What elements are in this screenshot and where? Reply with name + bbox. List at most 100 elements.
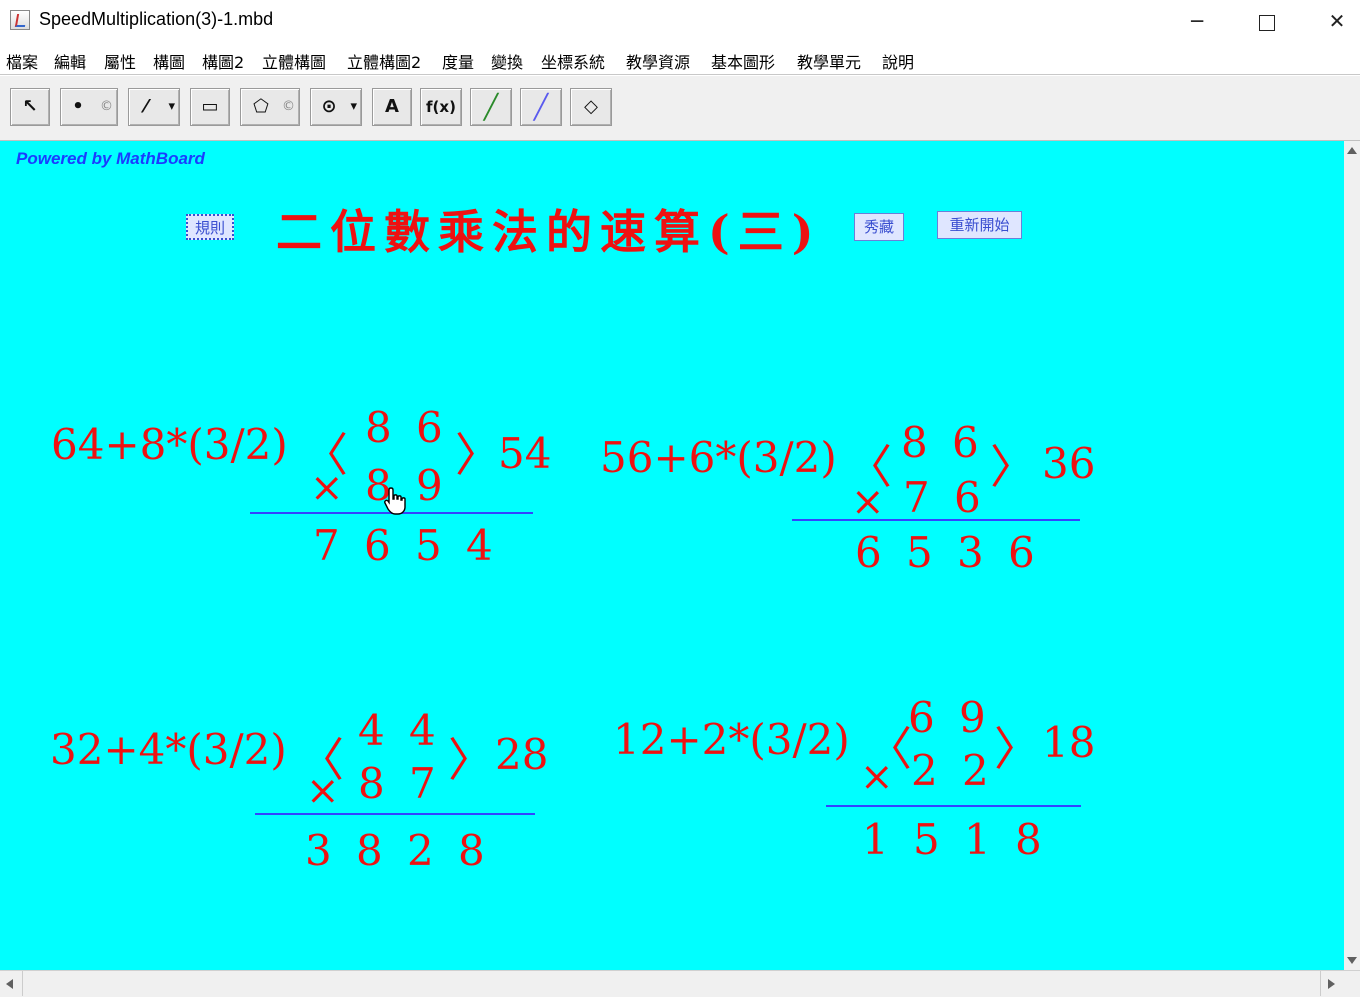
point-icon: • xyxy=(72,96,84,117)
page-title: 二位數乘法的速算(三) xyxy=(276,205,822,259)
problem-4-answer-digit-3: 1 xyxy=(964,815,991,864)
highlighter-icon: ╱ xyxy=(533,93,549,121)
pen-tool-button[interactable]: ╱ xyxy=(470,88,512,126)
scroll-right-icon xyxy=(1328,979,1335,989)
maximize-icon xyxy=(1259,14,1275,31)
problem-3-formula: 32+4*(3/2) xyxy=(50,725,287,774)
menu-3d-construct[interactable]: 立體構圖 xyxy=(262,49,326,73)
polygon-icon: ⬠ xyxy=(253,96,269,117)
problem-2-bottom-digit-2: 6 xyxy=(954,473,981,522)
problem-1-top-digit-2: 6 xyxy=(416,403,443,452)
problem-1-formula: 64+8*(3/2) xyxy=(51,420,288,469)
problem-4-top-digit-2: 9 xyxy=(959,693,986,742)
menu-edit[interactable]: 編輯 xyxy=(54,49,86,73)
scroll-down-icon[interactable] xyxy=(1347,957,1357,964)
restart-button[interactable]: 重新開始 xyxy=(937,211,1022,239)
problem-4-formula: 12+2*(3/2) xyxy=(613,715,850,764)
problem-4-answer-digit-1: 1 xyxy=(862,815,889,864)
function-tool-button[interactable]: f(x) xyxy=(420,88,462,126)
text-tool-button[interactable]: A xyxy=(372,88,412,126)
function-icon: f(x) xyxy=(426,98,456,116)
problem-1-side-value: 54 xyxy=(498,429,552,478)
rules-button[interactable]: 規則 xyxy=(186,214,234,240)
vertical-scrollbar[interactable] xyxy=(1344,141,1360,970)
problem-3-answer-digit-3: 2 xyxy=(407,826,434,875)
minimize-button[interactable]: ─ xyxy=(1162,0,1232,42)
problem-3-side-value: 28 xyxy=(495,730,549,779)
problem-2-answer-digit-4: 6 xyxy=(1008,528,1035,577)
problem-2-close-bracket: 〉 xyxy=(990,440,1036,494)
problem-1-close-bracket: 〉 xyxy=(455,428,501,482)
rectangle-icon: ▭ xyxy=(201,96,219,117)
problem-1-top-digit-1: 8 xyxy=(365,403,392,452)
circle-icon: ⊙ xyxy=(321,96,337,117)
menu-measure[interactable]: 度量 xyxy=(442,49,474,73)
problem-1-answer-digit-4: 4 xyxy=(466,521,493,570)
problem-1-times-sign: × xyxy=(310,465,344,511)
highlighter-tool-button[interactable]: ╱ xyxy=(520,88,562,126)
line-tool-dropdown-icon: ▾ xyxy=(168,99,175,114)
eraser-tool-button[interactable]: ◇ xyxy=(570,88,612,126)
hand-pointer-icon xyxy=(384,487,406,515)
problem-4-close-bracket: 〉 xyxy=(994,722,1040,776)
problem-2-side-value: 36 xyxy=(1042,439,1096,488)
menu-teaching-resources[interactable]: 教學資源 xyxy=(626,49,690,73)
problem-4-bottom-digit-1: 2 xyxy=(911,746,938,795)
menu-basic-shapes[interactable]: 基本圖形 xyxy=(711,49,775,73)
title-bar: SpeedMultiplication(3)-1.mbd ─ ✕ xyxy=(0,0,1360,42)
problem-3-top-digit-1: 4 xyxy=(358,706,385,755)
problem-2-bottom-digit-1: 7 xyxy=(903,473,930,522)
scroll-up-icon[interactable] xyxy=(1347,147,1357,154)
polygon-tool-option-icon: © xyxy=(282,99,295,114)
problem-1-answer-digit-3: 5 xyxy=(415,521,442,570)
polygon-tool-button[interactable]: ⬠ © xyxy=(240,88,300,126)
horizontal-scrollbar[interactable] xyxy=(0,970,1360,997)
menu-construct[interactable]: 構圖 xyxy=(153,49,185,73)
scroll-left-icon xyxy=(6,979,13,989)
text-icon: A xyxy=(385,96,399,117)
arrow-pointer-icon: ↖ xyxy=(22,96,38,117)
rectangle-tool-button[interactable]: ▭ xyxy=(190,88,230,126)
menu-teaching-units[interactable]: 教學單元 xyxy=(797,49,861,73)
problem-4-rule xyxy=(826,805,1081,807)
show-hide-button[interactable]: 秀藏 xyxy=(854,213,904,241)
java-app-icon xyxy=(10,10,30,30)
problem-2-answer-digit-1: 6 xyxy=(855,528,882,577)
circle-tool-button[interactable]: ⊙ ▾ xyxy=(310,88,362,126)
problem-2-formula: 56+6*(3/2) xyxy=(600,433,837,482)
problem-4-answer-digit-2: 5 xyxy=(913,815,940,864)
close-button[interactable]: ✕ xyxy=(1302,0,1360,42)
toolbar: ↖ • © ⁄ ▾ ▭ ⬠ © ⊙ ▾ A f(x) ╱ ╱ ◇ xyxy=(0,75,1360,142)
problem-3-rule xyxy=(255,813,535,815)
menu-construct2[interactable]: 構圖2 xyxy=(202,49,244,73)
menu-3d-construct2[interactable]: 立體構圖2 xyxy=(347,49,421,73)
problem-1-answer-digit-1: 7 xyxy=(313,521,340,570)
eraser-icon: ◇ xyxy=(584,96,598,117)
problem-2-top-digit-1: 8 xyxy=(901,418,928,467)
problem-3-times-sign: × xyxy=(306,768,340,814)
line-tool-button[interactable]: ⁄ ▾ xyxy=(128,88,180,126)
problem-2-answer-digit-3: 3 xyxy=(957,528,984,577)
line-segment-icon: ⁄ xyxy=(144,96,148,117)
menu-coordinate[interactable]: 坐標系統 xyxy=(541,49,605,73)
menu-bar: 檔案 編輯 屬性 構圖 構圖2 立體構圖 立體構圖2 度量 變換 坐標系統 教學… xyxy=(0,42,1360,75)
select-tool-button[interactable]: ↖ xyxy=(10,88,50,126)
menu-properties[interactable]: 屬性 xyxy=(104,49,136,73)
problem-3-bottom-digit-2: 7 xyxy=(409,759,436,808)
problem-4-top-digit-1: 6 xyxy=(908,693,935,742)
problem-1-answer-digit-2: 6 xyxy=(364,521,391,570)
pen-icon: ╱ xyxy=(483,93,499,121)
point-tool-button[interactable]: • © xyxy=(60,88,118,126)
menu-transform[interactable]: 變換 xyxy=(491,49,523,73)
problem-2-top-digit-2: 6 xyxy=(952,418,979,467)
maximize-button[interactable] xyxy=(1232,0,1302,42)
powered-by-label: Powered by MathBoard xyxy=(16,149,205,168)
problem-3-answer-digit-2: 8 xyxy=(356,826,383,875)
problem-3-answer-digit-4: 8 xyxy=(458,826,485,875)
problem-2-answer-digit-2: 5 xyxy=(906,528,933,577)
menu-file[interactable]: 檔案 xyxy=(6,49,38,73)
window-title: SpeedMultiplication(3)-1.mbd xyxy=(39,9,274,29)
problem-4-times-sign: × xyxy=(860,754,894,800)
menu-help[interactable]: 說明 xyxy=(882,49,914,73)
drawing-canvas[interactable]: Powered by MathBoard 規則 二位數乘法的速算(三) 秀藏 重… xyxy=(0,141,1344,970)
